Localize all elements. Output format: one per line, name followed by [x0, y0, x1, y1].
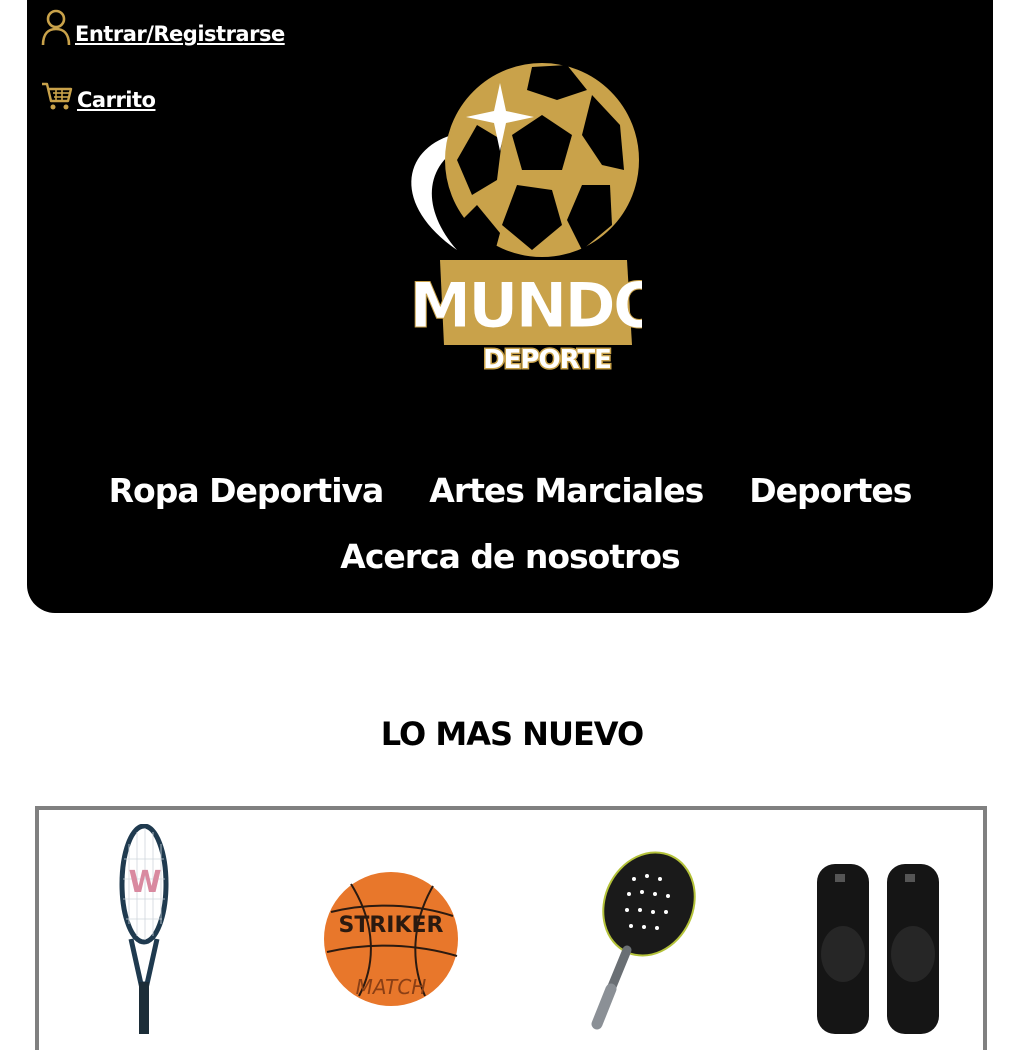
logo-title: MUNDO	[409, 269, 642, 342]
nav-item-deportes[interactable]: Deportes	[749, 471, 912, 510]
mundo-deporte-logo[interactable]: MUNDO DEPORTE	[382, 55, 642, 380]
main-nav: Ropa Deportiva Artes Marciales Deportes …	[27, 462, 993, 584]
tennis-racket-icon: W	[119, 823, 169, 1034]
basketball-brand: STRIKER	[339, 913, 444, 938]
nav-row-primary: Ropa Deportiva Artes Marciales Deportes	[27, 462, 993, 518]
nav-row-secondary: Acerca de nosotros	[27, 528, 993, 584]
basketball-icon: STRIKER MATCH	[324, 872, 458, 1006]
nav-item-acerca-de-nosotros[interactable]: Acerca de nosotros	[340, 537, 680, 576]
product-card-basketball[interactable]: STRIKER MATCH	[321, 824, 521, 1034]
nav-item-artes-marciales[interactable]: Artes Marciales	[429, 471, 704, 510]
racket-brand: W	[128, 865, 161, 900]
product-card-padel-racket[interactable]	[569, 824, 769, 1034]
login-register-link[interactable]: Entrar/Registrarse	[41, 8, 285, 46]
knee-pads-icon	[817, 864, 939, 1034]
padel-racket-icon	[591, 851, 696, 1030]
cart-label: Carrito	[77, 88, 156, 112]
logo-subtitle: DEPORTE	[483, 345, 611, 375]
product-card-knee-pads[interactable]	[809, 824, 1009, 1034]
section-title: LO MAS NUEVO	[380, 715, 644, 753]
new-products-carousel: W STRIKER MATCH	[35, 806, 987, 1050]
user-icon	[41, 9, 71, 46]
basketball-model: MATCH	[356, 975, 427, 999]
cart-link[interactable]: Carrito	[41, 80, 156, 112]
cart-icon	[42, 82, 73, 110]
product-card-tennis-racket[interactable]: W	[79, 823, 279, 1034]
site-header: Entrar/Registrarse Carrito MUNDO DEPORTE…	[27, 0, 993, 613]
login-register-label: Entrar/Registrarse	[75, 22, 285, 46]
nav-item-ropa-deportiva[interactable]: Ropa Deportiva	[109, 471, 385, 510]
